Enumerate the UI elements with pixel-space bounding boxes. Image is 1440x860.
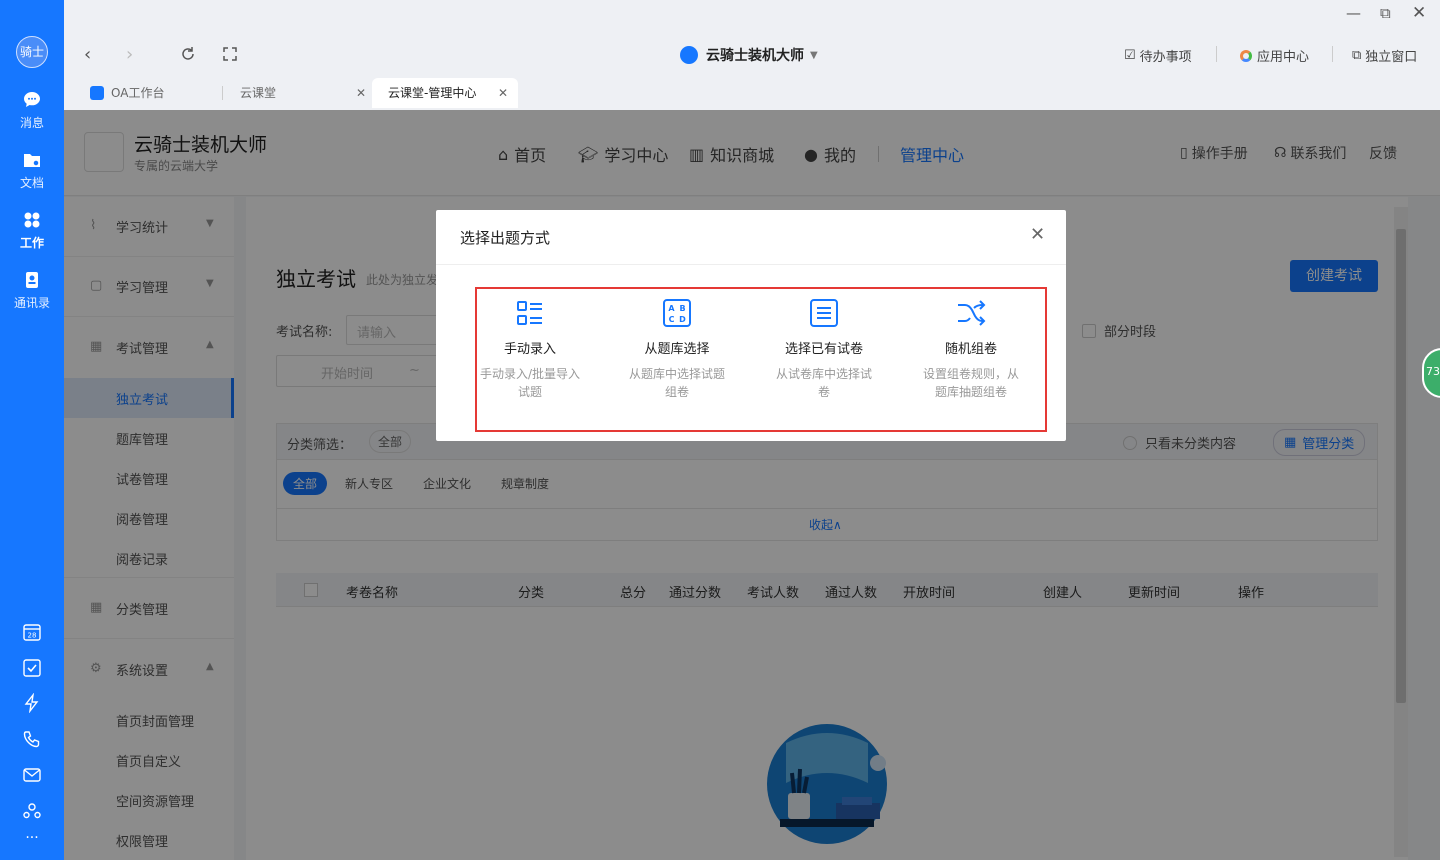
option-description: 从试卷库中选择试卷 [775,367,872,399]
question-method-dialog: 选择出题方式 ✕ 手动录入 手动录入/批量导入试题 ABCD 从题库选择 从题库… [436,210,1066,441]
option-description: 手动录入/批量导入试题 [479,367,581,399]
list-icon [517,301,542,325]
close-icon[interactable]: ✕ [1412,3,1426,23]
mail-icon[interactable] [22,765,42,785]
option-title: 手动录入 [503,342,556,357]
rail-item-work[interactable]: 工作 [0,210,64,251]
app-center-label: 应用中心 [1257,50,1310,65]
option-from-bank[interactable]: ABCD 从题库选择 从题库中选择试题组卷 [612,298,742,401]
rail-label-contacts: 通讯录 [13,296,50,310]
task-check-icon[interactable] [22,658,42,678]
app-logo-icon [680,46,698,64]
svg-text:D: D [679,315,686,324]
lightning-icon[interactable] [22,692,42,714]
dialog-title: 选择出题方式 [460,229,551,247]
rail-item-contacts[interactable]: 通讯录 [0,270,64,311]
svg-text:A: A [668,304,675,313]
floating-badge-count: 73 [1426,365,1440,378]
app-name: 云骑士装机大师 [706,48,804,64]
apps-icon [24,212,40,228]
document-icon [810,299,838,327]
oa-logo-icon [90,86,104,100]
option-title: 选择已有试卷 [784,342,863,357]
option-manual-entry[interactable]: 手动录入 手动录入/批量导入试题 [465,298,595,401]
refresh-icon[interactable] [180,46,196,62]
app-center-icon [1240,49,1252,62]
calendar-icon[interactable]: 28 [22,622,42,642]
standalone-label: 独立窗口 [1365,50,1418,65]
abcd-icon: A BC D [663,299,691,327]
restore-icon[interactable]: ⧉ [1380,4,1391,22]
dialog-close-icon[interactable]: ✕ [1030,224,1045,245]
tab-close-icon[interactable]: ✕ [356,78,366,108]
divider [1216,46,1217,62]
standalone-window-button[interactable]: ⧉ 独立窗口 [1352,46,1417,65]
rail-item-messages[interactable]: 消息 [0,90,64,131]
rail-label-work: 工作 [19,236,44,250]
team-icon[interactable] [22,801,42,821]
rail-label-messages: 消息 [19,116,44,130]
title-bar: ‹ › 云骑士装机大师 ▼ ☑ 待办事项 应用中心 ⧉ 独立窗口 — ⧉ ✕ [64,0,1440,78]
svg-text:C: C [669,315,675,324]
window-icon: ⧉ [1352,48,1362,63]
divider [1332,46,1333,62]
contacts-icon [26,272,38,288]
divider [436,264,1066,265]
tab-bar: OA工作台 云课堂 ✕ 云课堂-管理中心 ✕ [64,78,1440,110]
option-existing-paper[interactable]: 选择已有试卷 从试卷库中选择试卷 [759,298,889,401]
avatar-label: 骑士 [19,45,44,59]
calendar-day: 28 [28,632,37,640]
more-icon[interactable]: ··· [22,830,42,850]
rail-item-docs[interactable]: 文档 [0,150,64,191]
forward-icon[interactable]: › [126,44,133,65]
phone-icon[interactable] [22,729,42,749]
divider [222,86,223,100]
app-switcher[interactable]: 云骑士装机大师 ▼ [680,45,818,65]
minimize-icon[interactable]: — [1346,4,1361,22]
option-title: 从题库选择 [644,342,710,357]
tab-yunketang[interactable]: 云课堂 ✕ [240,78,366,108]
avatar[interactable]: 骑士 [16,36,48,68]
chat-icon [24,92,40,107]
tab-label: 云课堂 [240,86,277,100]
todo-label: 待办事项 [1139,50,1192,65]
fullscreen-icon[interactable] [222,46,238,62]
shuffle-icon [958,300,986,326]
todo-button[interactable]: ☑ 待办事项 [1124,46,1192,65]
option-title: 随机组卷 [944,342,997,357]
option-description: 设置组卷规则，从题库抽题组卷 [922,367,1019,399]
tab-label: OA工作台 [111,86,165,100]
tab-oa[interactable]: OA工作台 [90,78,230,108]
tab-management[interactable]: 云课堂-管理中心 ✕ [372,78,518,108]
rail-label-docs: 文档 [19,176,44,190]
tab-label: 云课堂-管理中心 [388,86,477,100]
option-random-paper[interactable]: 随机组卷 设置组卷规则，从题库抽题组卷 [906,298,1036,401]
folder-icon [24,154,40,167]
left-rail: 骑士 消息 文档 工作 通讯录 28 ··· [0,0,64,860]
tab-close-icon[interactable]: ✕ [498,78,508,108]
back-icon[interactable]: ‹ [84,44,91,65]
app-center-button[interactable]: 应用中心 [1240,46,1309,65]
chevron-down-icon: ▼ [810,49,818,61]
svg-text:B: B [679,304,685,313]
option-description: 从题库中选择试题组卷 [628,367,725,399]
checkbox-icon: ☑ [1124,48,1136,63]
